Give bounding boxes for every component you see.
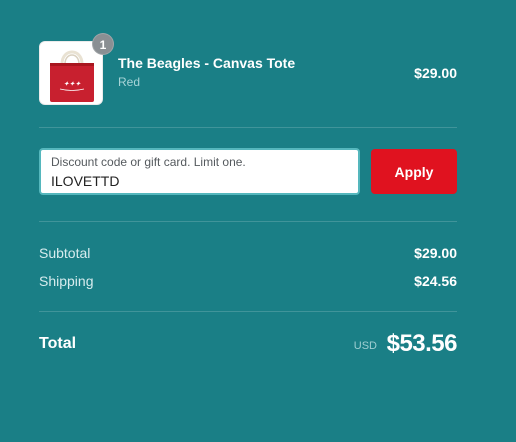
apply-discount-button[interactable]: Apply: [371, 149, 457, 194]
shipping-label: Shipping: [39, 273, 94, 289]
product-variant: Red: [118, 75, 141, 89]
product-price: $29.00: [414, 65, 457, 81]
subtotal-value: $29.00: [414, 245, 457, 261]
subtotal-label: Subtotal: [39, 245, 91, 261]
discount-field-label: Discount code or gift card. Limit one.: [51, 155, 246, 169]
divider: [39, 127, 457, 128]
svg-text:✦✦✦: ✦✦✦: [63, 80, 82, 88]
total-label: Total: [39, 335, 77, 352]
order-summary: ✦✦✦ 1 The Beagles - Canvas Tote Red $29.…: [39, 0, 458, 442]
divider: [39, 221, 457, 222]
discount-code-input[interactable]: [51, 172, 346, 190]
divider: [39, 311, 457, 312]
discount-code-field[interactable]: Discount code or gift card. Limit one.: [39, 148, 360, 195]
cart-line-item: ✦✦✦ 1 The Beagles - Canvas Tote Red $29.…: [39, 33, 457, 105]
currency-code: USD: [353, 340, 377, 352]
product-thumbnail: ✦✦✦ 1: [39, 33, 114, 105]
quantity-badge: 1: [92, 33, 114, 55]
total-amount: $53.56: [386, 330, 458, 357]
shipping-value: $24.56: [414, 273, 457, 289]
product-name: The Beagles - Canvas Tote: [118, 55, 296, 71]
